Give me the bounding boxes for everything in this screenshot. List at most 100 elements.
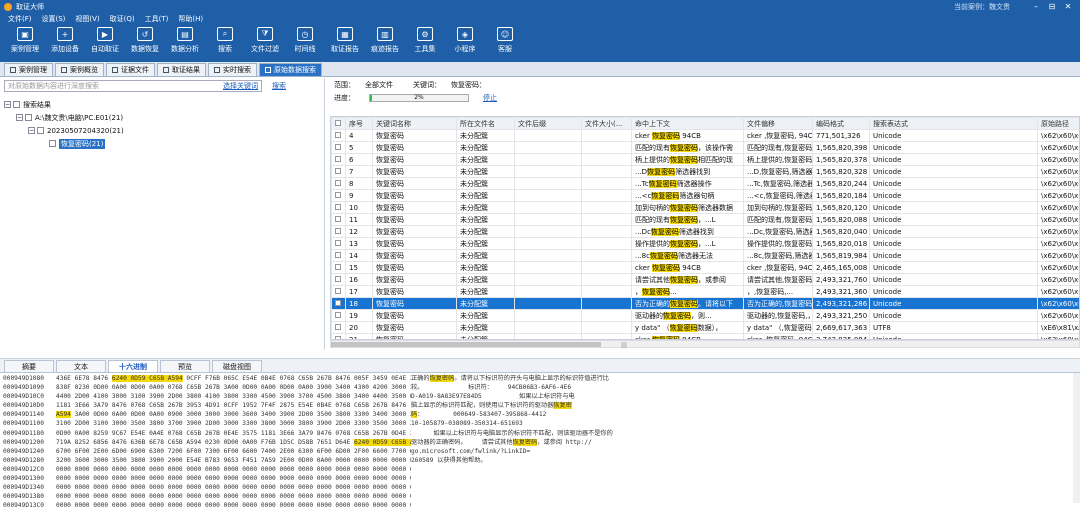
menu-item[interactable]: 设置(S) bbox=[42, 14, 66, 24]
toolbar-button[interactable]: ▤数据分析 bbox=[166, 27, 204, 54]
row-checkbox[interactable] bbox=[335, 168, 341, 174]
menu-item[interactable]: 视图(V) bbox=[75, 14, 99, 24]
table-row[interactable]: 5恢复密码未分配簇匹配的现有恢复密码，该操作需匹配的现有,恢复密码,，该操作需1… bbox=[332, 142, 1080, 154]
toolbar-button[interactable]: ▥痕迹报告 bbox=[366, 27, 404, 54]
detail-tab[interactable]: 磁盘视图 bbox=[212, 360, 262, 372]
tab-item[interactable]: 案例管理 bbox=[4, 63, 53, 76]
row-checkbox-cell[interactable] bbox=[332, 166, 346, 178]
tree-node[interactable]: −20230507204320(21) bbox=[4, 124, 324, 137]
menu-item[interactable]: 工具(T) bbox=[145, 14, 169, 24]
tab-item[interactable]: 原始数据搜索 bbox=[259, 63, 322, 76]
deep-search-input[interactable]: 对原始数据内容进行深度搜索 选择关键词 bbox=[4, 80, 262, 92]
row-checkbox-cell[interactable] bbox=[332, 142, 346, 154]
close-button[interactable]: ✕ bbox=[1060, 2, 1076, 11]
row-checkbox-cell[interactable] bbox=[332, 130, 346, 142]
detail-tab[interactable]: 十六进制 bbox=[108, 360, 158, 372]
table-row[interactable]: 4恢复密码未分配簇cker 恢复密码 94CBcker ,恢复密码, 94CB7… bbox=[332, 130, 1080, 142]
row-checkbox[interactable] bbox=[335, 228, 341, 234]
row-checkbox[interactable] bbox=[335, 276, 341, 282]
table-row[interactable]: 7恢复密码未分配簇...D恢复密码筛选器找到...D,恢复密码,筛选器找到1,5… bbox=[332, 166, 1080, 178]
row-checkbox[interactable] bbox=[335, 144, 341, 150]
row-checkbox-cell[interactable] bbox=[332, 250, 346, 262]
detail-tab[interactable]: 摘要 bbox=[4, 360, 54, 372]
row-checkbox-cell[interactable] bbox=[332, 322, 346, 334]
restore-button[interactable]: ⊟ bbox=[1044, 2, 1060, 11]
table-row[interactable]: 20恢复密码未分配簇y data" （恢复密码数据），y data" （,恢复密… bbox=[332, 322, 1080, 334]
row-checkbox[interactable] bbox=[335, 132, 341, 138]
row-checkbox-cell[interactable] bbox=[332, 238, 346, 250]
table-row[interactable]: 6恢复密码未分配簇柄上提供的恢复密码相匹配的现柄上提供的,恢复密码,相匹配的现1… bbox=[332, 154, 1080, 166]
row-checkbox[interactable] bbox=[335, 288, 341, 294]
column-header[interactable] bbox=[332, 118, 346, 130]
menu-item[interactable]: 帮助(H) bbox=[178, 14, 203, 24]
column-header[interactable]: 命中上下文 bbox=[632, 118, 744, 130]
tree-toggle-icon[interactable]: − bbox=[28, 127, 35, 134]
table-row[interactable]: 16恢复密码未分配簇请尝试其他恢复密码，或参阅请尝试其他,恢复密码,，或参阅2,… bbox=[332, 274, 1080, 286]
minimize-button[interactable]: – bbox=[1028, 2, 1044, 11]
table-row[interactable]: 12恢复密码未分配簇...Dc恢复密码筛选器找到...Dc,恢复密码,筛选器找到… bbox=[332, 226, 1080, 238]
toolbar-button[interactable]: ↺数据恢复 bbox=[126, 27, 164, 54]
detail-tab[interactable]: 预览 bbox=[160, 360, 210, 372]
detail-tab[interactable]: 文本 bbox=[56, 360, 106, 372]
row-checkbox-cell[interactable] bbox=[332, 226, 346, 238]
stop-link[interactable]: 停止 bbox=[483, 93, 497, 103]
table-row[interactable]: 18恢复密码未分配簇否为正确的恢复密码。请将以下否为正确的,恢复密码,。请将以下… bbox=[332, 298, 1080, 310]
tree-checkbox[interactable] bbox=[25, 114, 32, 121]
table-row[interactable]: 9恢复密码未分配簇...<c恢复密码筛选器句柄...<c,恢复密码,筛选器句柄1… bbox=[332, 190, 1080, 202]
row-checkbox-cell[interactable] bbox=[332, 274, 346, 286]
toolbar-button[interactable]: ▶自动取证 bbox=[86, 27, 124, 54]
column-header[interactable]: 搜索表达式 bbox=[870, 118, 1038, 130]
row-checkbox[interactable] bbox=[335, 252, 341, 258]
toolbar-button[interactable]: ⚙工具集 bbox=[406, 27, 444, 54]
tab-item[interactable]: 案例概览 bbox=[55, 63, 104, 76]
toolbar-button[interactable]: ▦取证报告 bbox=[326, 27, 364, 54]
table-row[interactable]: 19恢复密码未分配簇驱动器的恢复密码，则...驱动器的,恢复密码,，则...2,… bbox=[332, 310, 1080, 322]
row-checkbox[interactable] bbox=[335, 264, 341, 270]
menu-item[interactable]: 取证(Q) bbox=[110, 14, 135, 24]
row-checkbox-cell[interactable] bbox=[332, 262, 346, 274]
column-header[interactable]: 编码格式 bbox=[813, 118, 870, 130]
hex-view[interactable]: 000949D1080436E 6E78 8476 6240 0D59 C65B… bbox=[0, 373, 1080, 510]
column-header[interactable]: 文件大小(... bbox=[582, 118, 632, 130]
tree-toggle-icon[interactable]: − bbox=[4, 101, 11, 108]
table-row[interactable]: 13恢复密码未分配簇操作提供的恢复密码，...L操作提供的,恢复密码,，...L… bbox=[332, 238, 1080, 250]
row-checkbox-cell[interactable] bbox=[332, 154, 346, 166]
vertical-scrollbar[interactable] bbox=[1073, 373, 1080, 503]
tab-item[interactable]: 证据文件 bbox=[106, 63, 155, 76]
row-checkbox[interactable] bbox=[335, 192, 341, 198]
row-checkbox-cell[interactable] bbox=[332, 214, 346, 226]
column-header[interactable]: 所在文件名 bbox=[457, 118, 515, 130]
table-row[interactable]: 10恢复密码未分配簇加到句柄的恢复密码筛选器数据加到句柄的,恢复密码,筛选器数据… bbox=[332, 202, 1080, 214]
row-checkbox[interactable] bbox=[335, 156, 341, 162]
toolbar-button[interactable]: ⌕搜索 bbox=[206, 27, 244, 54]
search-link[interactable]: 搜索 bbox=[272, 81, 286, 91]
toolbar-button[interactable]: ⧩文件过滤 bbox=[246, 27, 284, 54]
toolbar-button[interactable]: ▣案例管理 bbox=[6, 27, 44, 54]
table-row[interactable]: 15恢复密码未分配簇cker 恢复密码 94CBcker ,恢复密码, 94CB… bbox=[332, 262, 1080, 274]
column-header[interactable]: 关键词名称 bbox=[373, 118, 457, 130]
table-row[interactable]: 14恢复密码未分配簇...8c恢复密码筛选器无法...8c,恢复密码,筛选器无法… bbox=[332, 250, 1080, 262]
table-row[interactable]: 11恢复密码未分配簇匹配的现有恢复密码，...L匹配的现有,恢复密码,，...L… bbox=[332, 214, 1080, 226]
toolbar-button[interactable]: ◷时间线 bbox=[286, 27, 324, 54]
tree-checkbox[interactable] bbox=[49, 140, 56, 147]
toolbar-button[interactable]: ☺客服 bbox=[486, 27, 524, 54]
row-checkbox[interactable] bbox=[335, 312, 341, 318]
row-checkbox-cell[interactable] bbox=[332, 202, 346, 214]
tree-checkbox[interactable] bbox=[13, 101, 20, 108]
row-checkbox-cell[interactable] bbox=[332, 190, 346, 202]
column-header[interactable]: 序号 bbox=[346, 118, 373, 130]
row-checkbox-cell[interactable] bbox=[332, 298, 346, 310]
select-keyword-link[interactable]: 选择关键词 bbox=[223, 81, 258, 91]
tab-item[interactable]: 实时搜索 bbox=[208, 63, 257, 76]
column-header[interactable]: 文件后缀 bbox=[515, 118, 582, 130]
row-checkbox-cell[interactable] bbox=[332, 178, 346, 190]
column-header[interactable]: 原始路径 bbox=[1038, 118, 1080, 130]
row-checkbox[interactable] bbox=[335, 240, 341, 246]
horizontal-scrollbar[interactable]: ||| bbox=[330, 340, 1080, 348]
row-checkbox[interactable] bbox=[335, 180, 341, 186]
row-checkbox[interactable] bbox=[335, 300, 341, 306]
toolbar-button[interactable]: ◈小程序 bbox=[446, 27, 484, 54]
tree-checkbox[interactable] bbox=[37, 127, 44, 134]
table-row[interactable]: 8恢复密码未分配簇...Tc恢复密码筛选器操作...Tc,恢复密码,筛选器操作1… bbox=[332, 178, 1080, 190]
toolbar-button[interactable]: +添加设备 bbox=[46, 27, 84, 54]
